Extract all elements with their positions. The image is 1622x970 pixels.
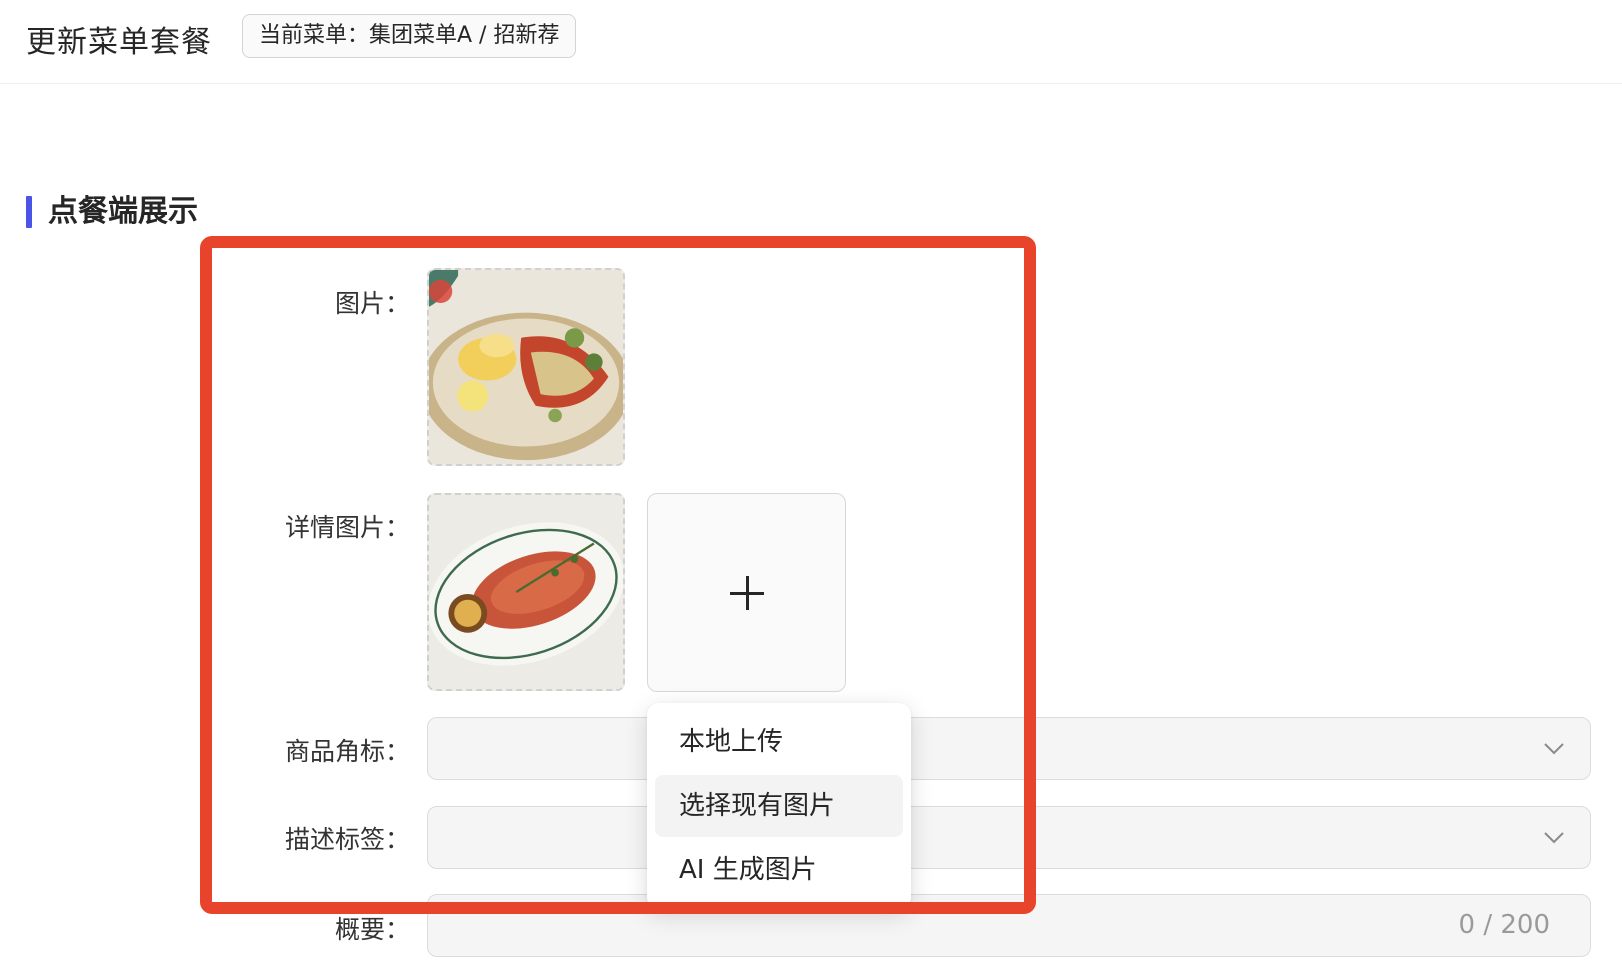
summary-label: 概要： (334, 915, 410, 944)
chevron-down-icon (1542, 825, 1566, 849)
menu-item-local-upload[interactable]: 本地上传 (655, 711, 903, 773)
page-title: 更新菜单套餐 (26, 25, 212, 60)
lobster-dish-image (429, 270, 623, 464)
upload-options-menu: 本地上传 选择现有图片 AI 生成图片 (647, 703, 911, 909)
product-badge-select[interactable] (427, 717, 1591, 780)
menu-item-select-existing-image[interactable]: 选择现有图片 (655, 775, 903, 837)
image-label: 图片： (334, 289, 410, 318)
add-image-button[interactable] (647, 493, 846, 692)
summary-char-counter: 0 / 200 (1458, 910, 1550, 940)
description-tags-label: 描述标签： (284, 825, 410, 854)
chevron-down-icon (1542, 736, 1566, 760)
detail-image-thumbnail[interactable] (427, 493, 625, 691)
shrimp-dish-image (429, 495, 623, 689)
main-image-thumbnail[interactable] (427, 268, 625, 466)
plus-icon (729, 575, 764, 610)
current-menu-tag[interactable]: 当前菜单：集团菜单A / 招新荐 (242, 14, 577, 58)
summary-input[interactable]: 0 / 200 (427, 894, 1591, 957)
page-header: 更新菜单套餐 当前菜单：集团菜单A / 招新荐 (0, 0, 1622, 84)
section-title-ordering-display: 点餐端展示 (26, 196, 198, 228)
description-tags-select[interactable] (427, 806, 1591, 869)
detail-image-label: 详情图片： (284, 513, 410, 542)
product-badge-label: 商品角标： (284, 737, 410, 766)
menu-item-ai-generate-image[interactable]: AI 生成图片 (655, 839, 903, 901)
